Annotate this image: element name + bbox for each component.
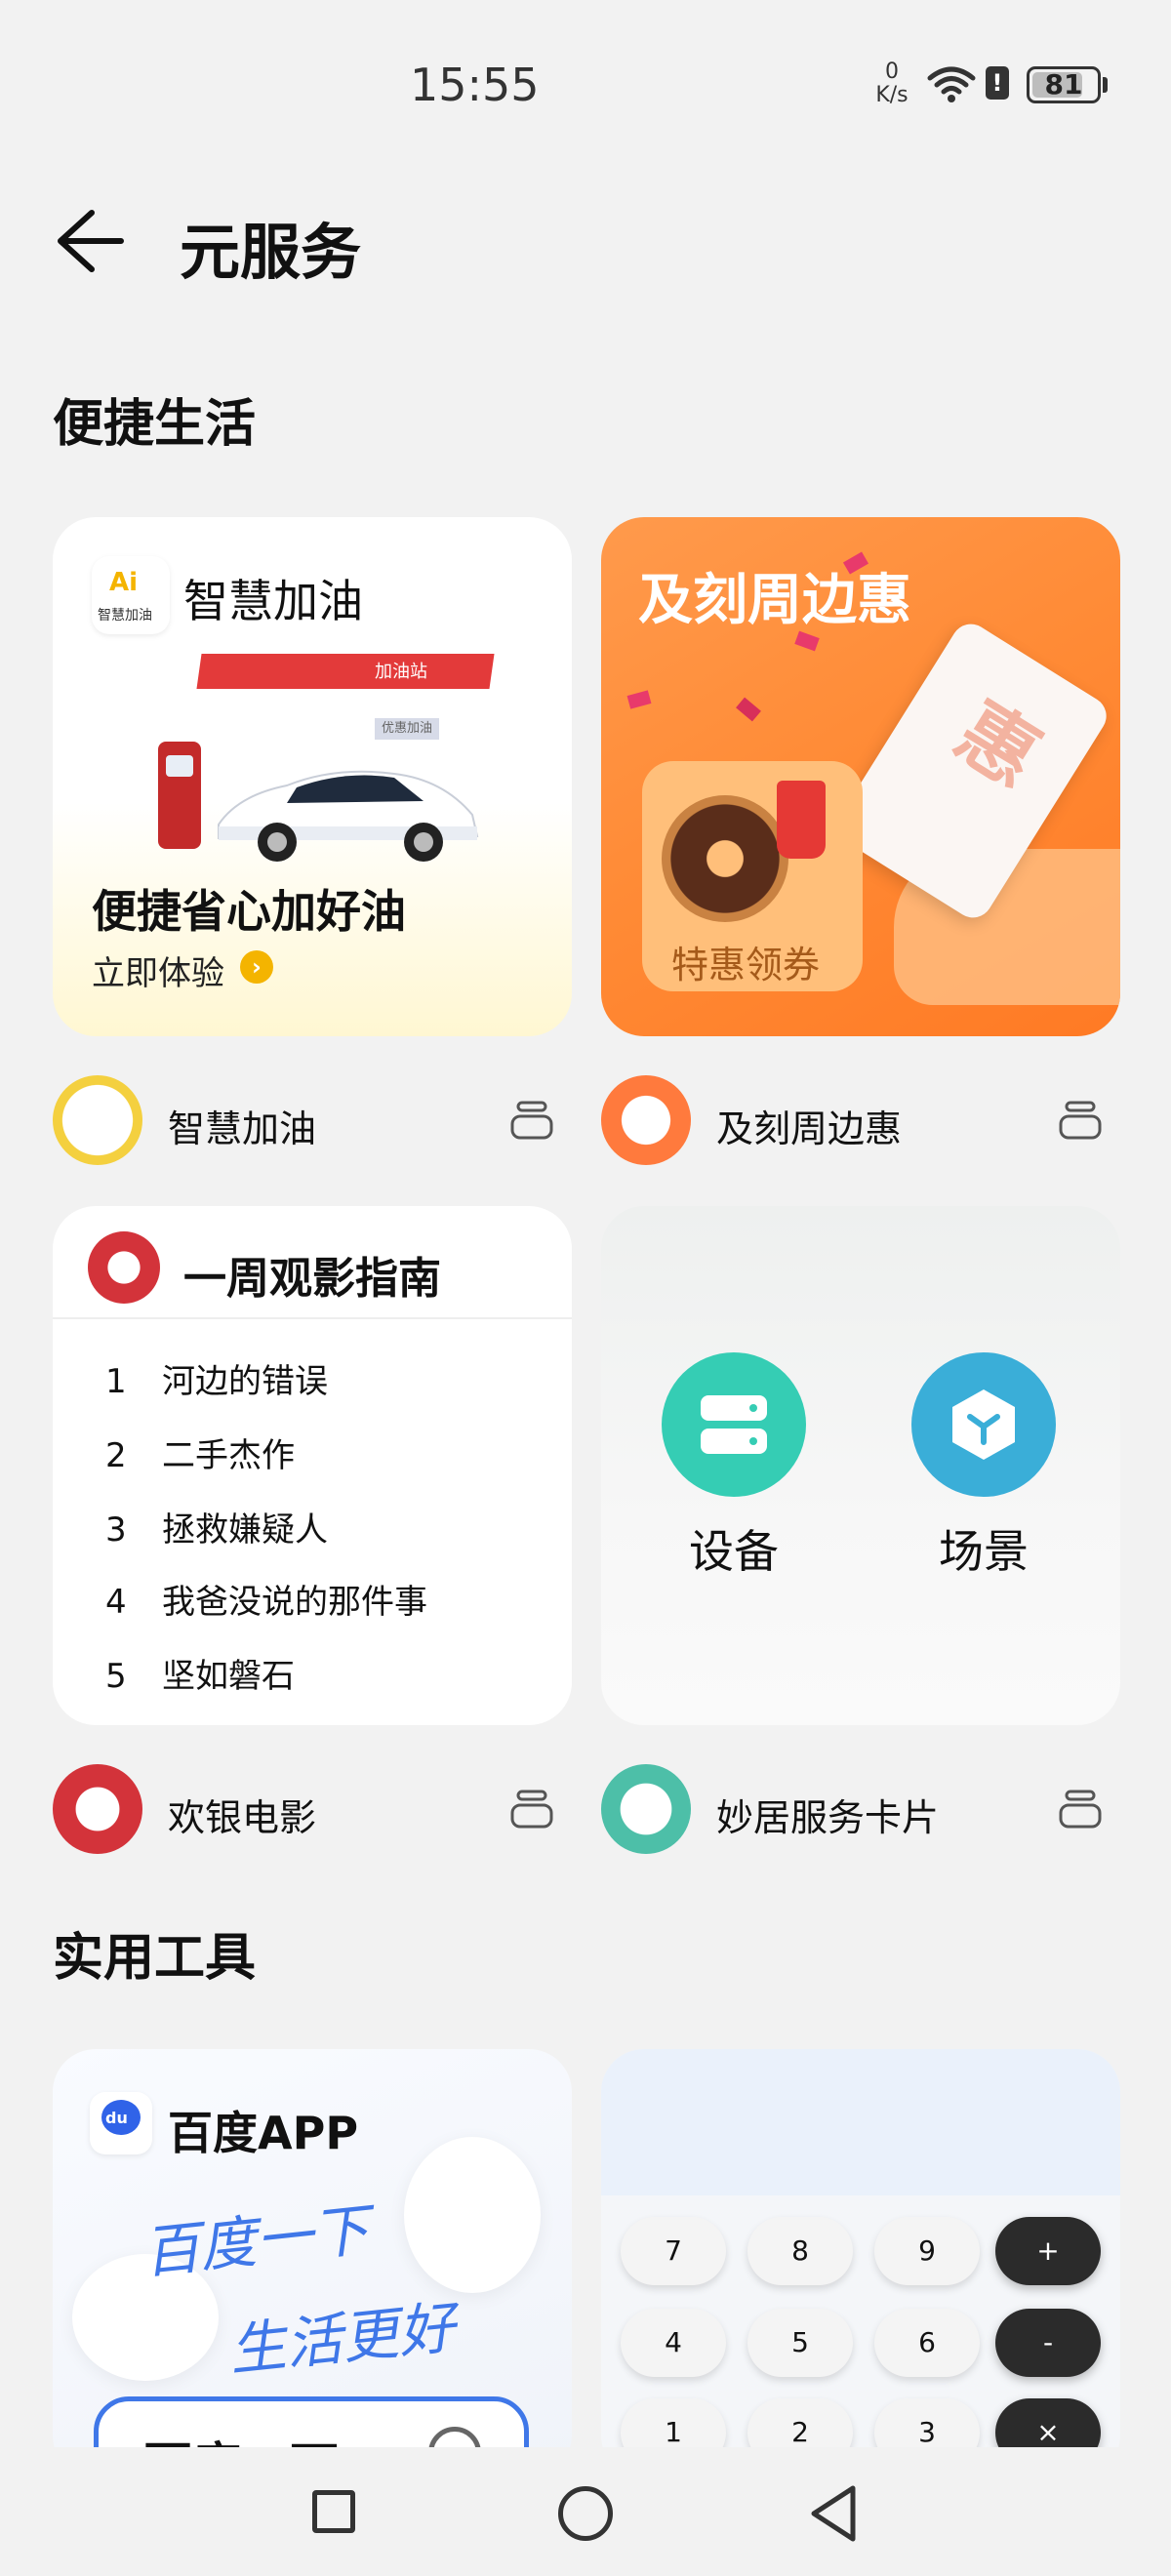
fuel-tagline: 便捷省心加好油 [92, 885, 406, 938]
section-title-life: 便捷生活 [53, 395, 257, 454]
net-speed-unit: K/s [875, 83, 909, 107]
calc-key-6[interactable]: 6 [874, 2309, 980, 2377]
device-label[interactable]: 设备 [689, 1516, 779, 1581]
calc-key-4[interactable]: 4 [621, 2309, 726, 2377]
movie-guide-title: 一周观影指南 [183, 1254, 441, 1304]
movie-list-item[interactable]: 5 坚如磐石 [105, 1649, 295, 1697]
calc-key-plus[interactable]: + [995, 2217, 1101, 2285]
fuel-service-card[interactable]: Ai 智慧加油 智慧加油 加油站 优惠加油 便捷省心加好油 立即体验 › [53, 517, 572, 1036]
app-name-home-service[interactable]: 妙居服务卡片 [716, 1788, 939, 1841]
movie-logo-icon [88, 1231, 160, 1304]
calc-key-7[interactable]: 7 [621, 2217, 726, 2285]
gas-station-sign: 优惠加油 [375, 718, 439, 740]
home-circle-icon[interactable] [558, 2486, 613, 2541]
section-title-tools: 实用工具 [53, 1929, 257, 1988]
baidu-logo-icon: du [90, 2092, 152, 2154]
fuel-logo-text: 智慧加油 [98, 608, 152, 624]
fuel-app-icon[interactable] [53, 1075, 142, 1165]
fuel-logo: Ai 智慧加油 [92, 556, 170, 634]
movie-app-icon[interactable] [53, 1764, 142, 1854]
deals-app-icon[interactable] [601, 1075, 691, 1165]
calc-key-8[interactable]: 8 [747, 2217, 853, 2285]
movie-list-item[interactable]: 2 二手杰作 [105, 1429, 295, 1476]
fuel-logo-mark: Ai [109, 568, 139, 597]
gas-station-label: 加油站 [375, 662, 427, 682]
net-speed-value: 0 [885, 60, 899, 84]
scene-label[interactable]: 场景 [939, 1516, 1029, 1581]
fuel-pump-screen [166, 755, 193, 777]
baidu-logo-text: du [105, 2109, 128, 2127]
calc-key-minus[interactable]: - [995, 2309, 1101, 2377]
battery-icon: 81 [1027, 66, 1101, 103]
baidu-slogan-line1: 百度一下 [140, 2196, 373, 2286]
coupon-label[interactable]: 特惠领券 [671, 935, 820, 988]
page-title: 元服务 [180, 217, 362, 288]
wifi-icon [927, 66, 976, 102]
app-name-fuel[interactable]: 智慧加油 [168, 1099, 316, 1152]
smart-home-card[interactable]: 设备 场景 [601, 1206, 1120, 1725]
battery-level: 81 [1044, 68, 1083, 101]
app-name-deals[interactable]: 及刻周边惠 [716, 1099, 902, 1152]
status-time: 15:55 [410, 59, 540, 111]
device-icon [701, 1395, 767, 1454]
net-speed-indicator: 0 K/s [874, 60, 909, 107]
deals-card-title: 及刻周边惠 [638, 569, 911, 632]
calc-key-5[interactable]: 5 [747, 2309, 853, 2377]
arrow-left-icon[interactable] [53, 207, 127, 275]
deals-service-card[interactable]: 及刻周边惠 惠 特惠领券 [601, 517, 1120, 1036]
baidu-app-name: 百度APP [168, 2107, 359, 2159]
app-name-movie[interactable]: 欢银电影 [168, 1788, 316, 1841]
fuel-cta-label[interactable]: 立即体验 [92, 946, 224, 994]
fries-illustration [777, 781, 826, 859]
movie-list-item[interactable]: 4 我爸没说的那件事 [105, 1575, 427, 1623]
alert-icon: ! [986, 66, 1009, 100]
confetti-piece [626, 690, 652, 709]
scene-button[interactable] [911, 1352, 1056, 1497]
chevron-right-icon[interactable]: › [240, 950, 273, 984]
home-service-app-icon[interactable] [601, 1764, 691, 1854]
donut-illustration [662, 795, 788, 922]
movie-guide-card[interactable]: 一周观影指南 1 河边的错误 2 二手杰作 3 拯救嫌疑人 4 我爸没说的那件事 5 坚如… [53, 1206, 572, 1725]
baidu-slogan-line2: 生活更好 [225, 2294, 459, 2384]
stack-icon[interactable] [1058, 1790, 1103, 1831]
baidu-app-card[interactable]: du 百度APP 百度一下 生活更好 百度一下 [53, 2049, 572, 2478]
back-triangle-icon[interactable] [806, 2482, 861, 2545]
stack-icon[interactable] [509, 1790, 554, 1831]
stack-icon[interactable] [1058, 1101, 1103, 1142]
cube-icon [952, 1389, 1015, 1460]
car-illustration [218, 770, 479, 862]
stack-icon[interactable] [509, 1101, 554, 1142]
calculator-card[interactable]: 7 8 9 + 4 5 6 - 1 2 3 × [601, 2049, 1120, 2478]
movie-list-item[interactable]: 3 拯救嫌疑人 [105, 1503, 328, 1550]
decorative-blob [404, 2137, 541, 2293]
divider [53, 1317, 572, 1319]
fuel-card-title: 智慧加油 [183, 575, 363, 627]
recents-square-icon[interactable] [312, 2490, 355, 2533]
calculator-display [601, 2049, 1120, 2195]
battery-tip [1103, 77, 1108, 93]
calc-key-9[interactable]: 9 [874, 2217, 980, 2285]
confetti-piece [736, 697, 761, 722]
device-button[interactable] [662, 1352, 806, 1497]
gas-station-roof [196, 654, 495, 689]
movie-list-item[interactable]: 1 河边的错误 [105, 1354, 328, 1402]
